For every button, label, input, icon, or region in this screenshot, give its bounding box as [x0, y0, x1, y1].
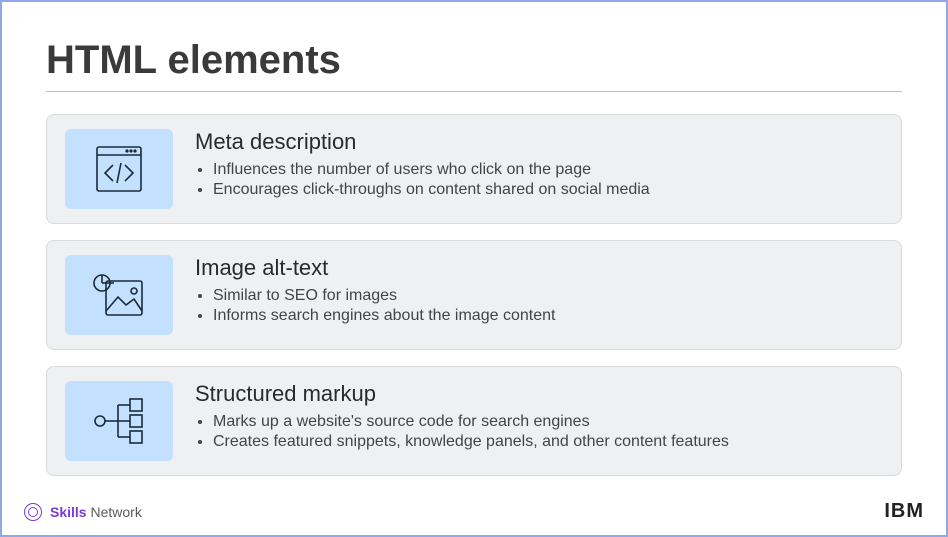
bullet-item: Similar to SEO for images: [213, 287, 883, 305]
bullet-item: Influences the number of users who click…: [213, 161, 883, 179]
card-body: Structured markup Marks up a website's s…: [195, 381, 883, 453]
card-bullets: Marks up a website's source code for sea…: [195, 413, 883, 451]
skills-network-brand: Skills Network: [24, 503, 142, 521]
bullet-item: Marks up a website's source code for sea…: [213, 413, 883, 431]
card-structured-markup: Structured markup Marks up a website's s…: [46, 366, 902, 476]
card-body: Meta description Influences the number o…: [195, 129, 883, 201]
slide-content: HTML elements Meta description Influence…: [2, 2, 946, 476]
skills-network-text: Skills Network: [50, 504, 142, 520]
card-heading: Image alt-text: [195, 255, 883, 281]
card-image-alt-text: Image alt-text Similar to SEO for images…: [46, 240, 902, 350]
bullet-item: Informs search engines about the image c…: [213, 307, 883, 325]
card-bullets: Similar to SEO for images Informs search…: [195, 287, 883, 325]
image-chart-icon: [88, 267, 150, 323]
card-bullets: Influences the number of users who click…: [195, 161, 883, 199]
icon-tile: [65, 255, 173, 335]
card-meta-description: Meta description Influences the number o…: [46, 114, 902, 224]
slide-footer: Skills Network IBM: [2, 500, 946, 523]
skills-network-logo-icon: [24, 503, 42, 521]
sitemap-icon: [88, 393, 150, 449]
icon-tile: [65, 381, 173, 461]
ibm-logo: IBM: [884, 500, 924, 523]
page-title: HTML elements: [46, 38, 902, 83]
card-heading: Structured markup: [195, 381, 883, 407]
card-heading: Meta description: [195, 129, 883, 155]
card-body: Image alt-text Similar to SEO for images…: [195, 255, 883, 327]
bullet-item: Creates featured snippets, knowledge pan…: [213, 433, 883, 451]
bullet-item: Encourages click-throughs on content sha…: [213, 181, 883, 199]
icon-tile: [65, 129, 173, 209]
skills-brand-rest: Network: [87, 504, 142, 520]
code-window-icon: [91, 141, 147, 197]
title-divider: [46, 91, 902, 92]
skills-brand-accent: Skills: [50, 504, 87, 520]
